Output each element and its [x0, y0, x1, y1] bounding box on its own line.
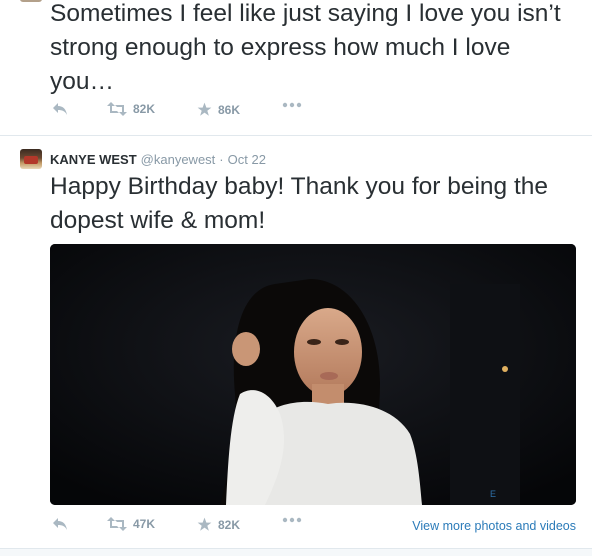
reply-icon: [52, 102, 68, 116]
author-name[interactable]: KANYE WEST: [50, 152, 137, 167]
view-more-photos-link[interactable]: View more photos and videos: [412, 519, 576, 533]
favorite-button[interactable]: 82K: [197, 517, 240, 532]
more-dots-icon: [282, 517, 302, 523]
reply-button[interactable]: [52, 102, 68, 116]
reply-button[interactable]: [52, 517, 68, 531]
svg-text:E: E: [490, 489, 496, 499]
retweet-icon: [107, 102, 127, 116]
reply-icon: [52, 517, 68, 531]
tweet-photo[interactable]: E: [50, 244, 576, 505]
timestamp[interactable]: Oct 22: [228, 152, 266, 167]
star-icon: [197, 102, 212, 117]
favorite-count: 86K: [218, 102, 241, 117]
tweet-header: KANYE WEST @kanyewest · Oct 22: [20, 149, 266, 169]
author-handle[interactable]: @kanyewest: [141, 152, 216, 167]
favorite-button[interactable]: 86K: [197, 102, 240, 117]
tweet-actions: 82K 86K: [50, 102, 580, 122]
tweet-card[interactable]: KANYE WEST @kanyewest · Oct 22 Happy Bir…: [0, 136, 592, 548]
tweet-card[interactable]: Sometimes I feel like just saying I love…: [0, 0, 592, 136]
star-icon: [197, 517, 212, 532]
tweet-actions: 47K 82K View more photos and videos: [50, 517, 580, 537]
retweet-button[interactable]: 47K: [107, 517, 155, 531]
separator: ·: [219, 151, 224, 167]
avatar[interactable]: [20, 149, 42, 169]
retweet-icon: [107, 517, 127, 531]
retweet-count: 47K: [133, 517, 156, 531]
favorite-count: 82K: [218, 517, 241, 532]
more-dots-icon: [282, 102, 302, 108]
retweet-count: 82K: [133, 102, 156, 116]
more-button[interactable]: [282, 102, 302, 108]
tweet-text: Happy Birthday baby! Thank you for being…: [50, 173, 549, 234]
tweet-text: Sometimes I feel like just saying I love…: [50, 0, 561, 95]
retweet-button[interactable]: 82K: [107, 102, 155, 116]
more-button[interactable]: [282, 517, 302, 523]
avatar[interactable]: [20, 0, 42, 2]
